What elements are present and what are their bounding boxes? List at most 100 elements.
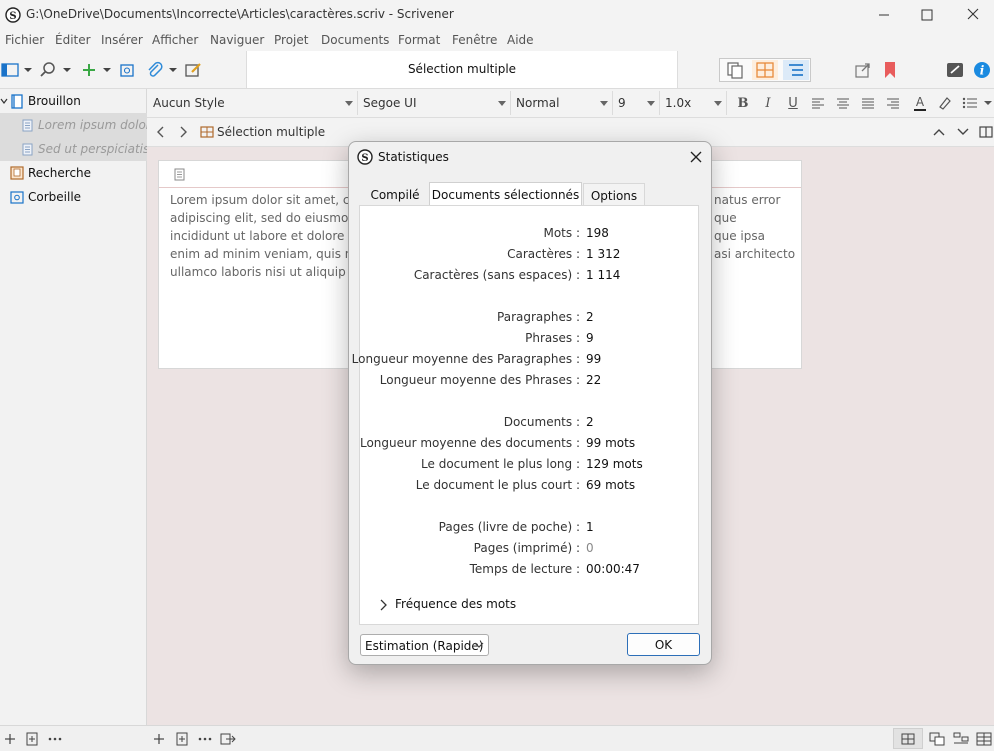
tab-selected-documents[interactable]: Documents sélectionnés xyxy=(429,182,582,207)
menu-format[interactable]: Format xyxy=(398,33,440,47)
binder-item-draft[interactable]: Brouillon xyxy=(0,89,147,113)
ok-button[interactable]: OK xyxy=(627,633,700,656)
paperclip-icon[interactable] xyxy=(144,60,166,80)
align-justify-icon[interactable] xyxy=(859,94,877,112)
bookmark-icon[interactable] xyxy=(880,60,900,80)
font-weight-select[interactable]: Normal xyxy=(511,91,613,115)
document-icon xyxy=(21,118,33,132)
align-left-icon[interactable] xyxy=(809,94,827,112)
binder-item-document[interactable]: Sed ut perspiciatis ... xyxy=(0,137,165,161)
svg-text:S: S xyxy=(361,153,368,164)
search-icon[interactable] xyxy=(38,60,58,80)
text-line: asi architecto xyxy=(714,247,796,261)
chevron-left-icon[interactable] xyxy=(153,124,169,140)
font-size-select[interactable]: 9 xyxy=(613,91,660,115)
menu-naviguer[interactable]: Naviguer xyxy=(210,33,264,47)
binder-item-document[interactable]: Lorem ipsum dolor... xyxy=(0,113,161,137)
stat-row: Longueur moyenne des Paragraphes : 99 xyxy=(352,350,700,368)
list-icon[interactable] xyxy=(960,94,980,112)
document-text-right[interactable]: natus error que que ipsa asi architecto xyxy=(714,191,795,263)
underline-icon[interactable]: U xyxy=(783,93,803,113)
tab-options[interactable]: Options xyxy=(583,183,645,206)
chevron-down-icon[interactable] xyxy=(983,98,993,108)
stat-value: 198 xyxy=(586,226,609,240)
chevron-down-icon[interactable] xyxy=(61,65,73,75)
tab-compile[interactable]: Compilé xyxy=(363,183,427,206)
menu-aide[interactable]: Aide xyxy=(507,33,534,47)
edit-note-icon[interactable] xyxy=(183,60,203,80)
stat-row: Documents : 2 xyxy=(360,413,700,431)
stat-value: 2 xyxy=(586,415,594,429)
chevron-right-icon[interactable] xyxy=(175,124,191,140)
more-icon[interactable] xyxy=(46,731,64,747)
stat-label: Documents : xyxy=(503,415,580,429)
maximize-button[interactable] xyxy=(904,0,950,31)
dialog-title: Statistiques xyxy=(378,150,449,164)
title-bar: S G:\OneDrive\Documents\Incorrecte\Artic… xyxy=(0,0,994,31)
estimation-select[interactable]: Estimation (Rapide) xyxy=(360,634,489,656)
font-select[interactable]: Segoe UI xyxy=(358,91,511,115)
corkboard-view-icon[interactable] xyxy=(752,60,778,80)
text-color-icon[interactable]: A xyxy=(910,93,930,113)
menu-inserer[interactable]: Insérer xyxy=(101,33,143,47)
svg-text:A: A xyxy=(916,95,925,109)
label-view-icon[interactable] xyxy=(952,730,970,748)
binder-view-icon[interactable] xyxy=(0,61,20,79)
trash-icon[interactable] xyxy=(117,60,137,80)
menu-documents[interactable]: Documents xyxy=(321,33,389,47)
add-icon[interactable] xyxy=(79,60,99,80)
style-select[interactable]: Aucun Style xyxy=(148,91,358,115)
add-icon[interactable] xyxy=(2,731,18,747)
chevron-down-icon[interactable] xyxy=(22,65,34,75)
align-right-icon[interactable] xyxy=(884,94,902,112)
stat-row: Le document le plus court : 69 mots xyxy=(360,476,700,494)
binder-item-research[interactable]: Recherche xyxy=(0,161,147,185)
binder-item-trash[interactable]: Corbeille xyxy=(0,185,147,209)
split-editor-icon[interactable] xyxy=(978,124,994,140)
stat-row: Caractères : 1 312 xyxy=(360,245,700,263)
move-icon[interactable] xyxy=(219,731,237,747)
chevron-up-icon[interactable] xyxy=(932,125,946,139)
chevron-down-icon[interactable] xyxy=(101,65,113,75)
menu-afficher[interactable]: Afficher xyxy=(152,33,198,47)
binder-item-label: Lorem ipsum dolor... xyxy=(38,118,162,132)
menu-projet[interactable]: Projet xyxy=(274,33,308,47)
svg-text:i: i xyxy=(980,64,985,78)
line-spacing-value: 1.0x xyxy=(665,96,692,110)
menu-fenetre[interactable]: Fenêtre xyxy=(452,33,497,47)
chevron-down-icon[interactable] xyxy=(167,65,179,75)
stack-icon[interactable] xyxy=(928,730,946,748)
main-toolbar: Sélection multiple i xyxy=(0,51,994,89)
scrivenings-view-icon[interactable] xyxy=(722,60,748,80)
align-center-icon[interactable] xyxy=(834,94,852,112)
outline-grid-icon[interactable] xyxy=(975,730,993,748)
document-icon xyxy=(21,142,33,156)
chevron-down-icon[interactable] xyxy=(956,125,970,139)
outliner-view-icon[interactable] xyxy=(783,60,809,80)
share-icon[interactable] xyxy=(853,60,873,80)
stat-label: Pages (livre de poche) : xyxy=(438,520,580,534)
chevron-down-icon xyxy=(714,101,722,106)
card-grid-button[interactable] xyxy=(893,728,923,749)
stat-label: Caractères (sans espaces) : xyxy=(413,268,580,282)
info-icon[interactable]: i xyxy=(972,60,992,80)
draft-folder-icon xyxy=(10,93,24,109)
line-spacing-select[interactable]: 1.0x xyxy=(660,91,727,115)
chevron-down-icon xyxy=(647,101,655,106)
more-icon[interactable] xyxy=(196,731,214,747)
close-icon[interactable] xyxy=(686,147,706,167)
add-folder-icon[interactable] xyxy=(24,731,40,747)
close-window-button[interactable] xyxy=(948,0,994,31)
add-folder-icon[interactable] xyxy=(174,731,190,747)
composition-mode-icon[interactable] xyxy=(945,60,965,80)
highlight-icon[interactable] xyxy=(934,93,954,113)
minimize-button[interactable] xyxy=(861,0,907,31)
binder-item-label: Brouillon xyxy=(28,94,81,108)
italic-icon[interactable]: I xyxy=(758,93,778,113)
stat-label: Le document le plus court : xyxy=(415,478,580,492)
add-icon[interactable] xyxy=(151,731,167,747)
chevron-down-icon[interactable] xyxy=(0,95,8,107)
bold-icon[interactable]: B xyxy=(733,93,753,113)
menu-fichier[interactable]: Fichier xyxy=(5,33,44,47)
menu-editer[interactable]: Éditer xyxy=(55,33,91,47)
